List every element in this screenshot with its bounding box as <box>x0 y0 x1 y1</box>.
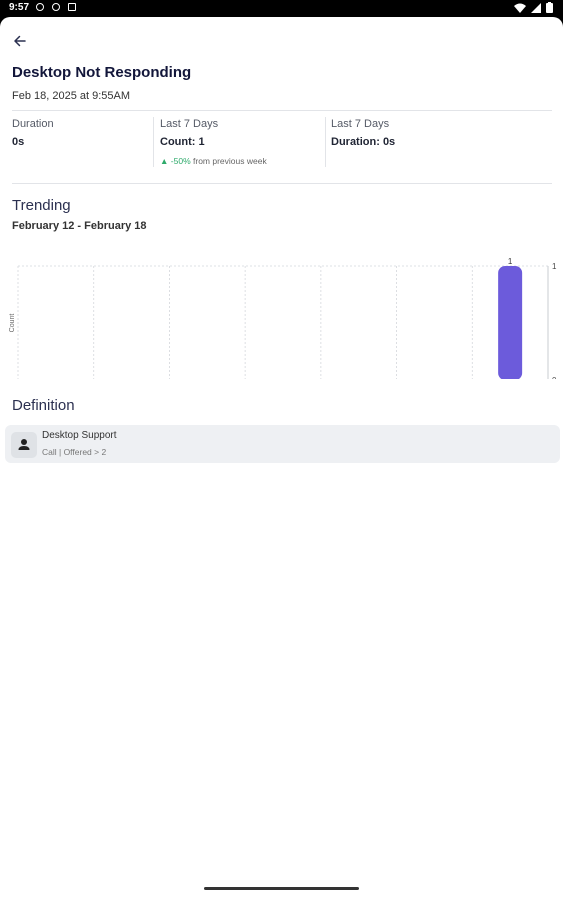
status-time: 9:57 <box>9 2 30 13</box>
definition-heading: Definition <box>12 397 75 414</box>
divider <box>12 110 552 111</box>
delta-text: from previous week <box>193 156 267 166</box>
definition-card[interactable]: Desktop Support Call | Offered > 2 <box>5 425 560 463</box>
arrow-left-icon <box>14 35 26 47</box>
definition-detail: Call | Offered > 2 <box>42 447 107 457</box>
definition-name: Desktop Support <box>42 430 117 441</box>
y-tick-label: 0 <box>552 376 557 379</box>
home-indicator[interactable] <box>204 887 359 890</box>
signal-icon <box>531 2 541 13</box>
shield-icon <box>52 3 60 11</box>
stat-divider <box>153 117 154 167</box>
y-axis-label: Count <box>9 314 16 333</box>
person-icon <box>18 439 30 450</box>
trending-heading: Trending <box>12 197 71 214</box>
stat-duration-value: 0s <box>12 136 25 148</box>
page-title: Desktop Not Responding <box>12 64 192 81</box>
trending-range: February 12 - February 18 <box>12 220 147 232</box>
notification-icon <box>68 3 76 11</box>
stat-divider <box>325 117 326 167</box>
battery-icon <box>546 2 553 13</box>
divider <box>12 183 552 184</box>
stat-count: Last 7 Days Count: 1 ▲ -50% from previou… <box>160 118 267 166</box>
delta-arrow-icon: ▲ <box>160 156 169 166</box>
stat-count-value: Count: 1 <box>160 136 205 148</box>
stat-last-duration-label: Last 7 Days <box>331 118 390 130</box>
alarm-icon <box>36 3 44 11</box>
event-date: Feb 18, 2025 at 9:55AM <box>12 90 131 102</box>
stat-count-label: Last 7 Days <box>160 118 219 130</box>
status-bar: 9:57 <box>0 0 563 17</box>
screen: Desktop Not Responding Feb 18, 2025 at 9… <box>0 17 563 900</box>
trending-chart: Count10Feb 12Feb 13Feb 14Feb 15Feb 16Feb… <box>9 257 557 379</box>
delta-percent: -50% <box>170 156 191 166</box>
wifi-icon <box>514 3 526 13</box>
stat-last-duration: Last 7 Days Duration: 0s <box>331 118 395 148</box>
y-tick-label: 1 <box>552 262 557 271</box>
stat-last-duration-value: Duration: 0s <box>331 136 396 148</box>
stat-duration-label: Duration <box>12 118 54 130</box>
definition-icon-box <box>11 432 37 458</box>
data-label: 1 <box>508 257 513 266</box>
stat-count-delta: ▲ -50% from previous week <box>160 156 267 166</box>
stat-duration: Duration 0s <box>12 118 54 148</box>
bar <box>498 266 523 379</box>
back-button[interactable] <box>10 31 30 51</box>
